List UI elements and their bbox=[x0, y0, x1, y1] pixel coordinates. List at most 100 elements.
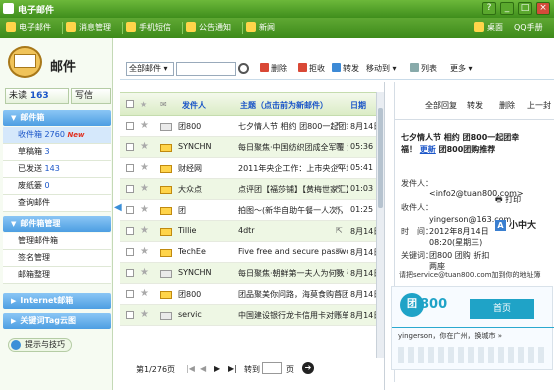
preview-delete-button[interactable]: 删除 bbox=[499, 100, 515, 111]
table-row[interactable]: ★ 团 拍图～(新华自助午餐一人次)，【 ⇱ 01:25 bbox=[120, 200, 382, 221]
open-arrow-icon[interactable]: ⇱ bbox=[336, 289, 343, 298]
reject-button[interactable]: 拒收 bbox=[298, 63, 325, 74]
banner-home-button[interactable]: 首页 bbox=[470, 299, 534, 319]
list-scrollbar[interactable] bbox=[376, 92, 384, 358]
star-icon[interactable]: ★ bbox=[140, 246, 149, 257]
open-arrow-icon[interactable]: ⇱ bbox=[336, 163, 343, 172]
manage-signature[interactable]: 签名管理 bbox=[3, 250, 111, 267]
reply-all-button[interactable]: 全部回复 bbox=[425, 100, 457, 111]
open-arrow-icon[interactable]: ⇱ bbox=[336, 247, 343, 256]
row-subject[interactable]: 每日聚焦·朝鲜第一夫人为何数 强 bbox=[238, 268, 348, 279]
font-size-control[interactable]: A 小中大 bbox=[495, 218, 536, 231]
row-checkbox[interactable] bbox=[126, 248, 134, 256]
last-page-icon[interactable]: ▶| bbox=[228, 364, 237, 373]
star-icon[interactable]: ★ bbox=[140, 204, 149, 215]
folder-drafts[interactable]: 草稿箱 3 bbox=[3, 144, 111, 161]
row-checkbox[interactable] bbox=[126, 164, 134, 172]
star-icon[interactable]: ★ bbox=[140, 120, 149, 131]
open-arrow-icon[interactable]: ⇱ bbox=[336, 268, 343, 277]
row-subject[interactable]: 拍图～(新华自助午餐一人次)，【 bbox=[238, 205, 348, 216]
row-subject[interactable]: 中国建设银行龙卡信用卡对账单 bbox=[238, 310, 348, 321]
next-page-icon[interactable]: ▶ bbox=[214, 364, 220, 373]
open-arrow-icon[interactable]: ⇱ bbox=[336, 310, 343, 319]
row-checkbox[interactable] bbox=[126, 311, 134, 319]
close-button[interactable]: × bbox=[536, 2, 550, 15]
date-column-header[interactable]: 日期 bbox=[350, 100, 366, 111]
maximize-button[interactable]: □ bbox=[518, 2, 532, 15]
row-checkbox[interactable] bbox=[126, 227, 134, 235]
move-to-button[interactable]: 移动到 ▾ bbox=[366, 63, 397, 74]
update-link[interactable]: 更新 bbox=[420, 145, 436, 154]
row-subject[interactable]: 七夕情人节 相约 团800一起团幸 bbox=[238, 121, 348, 132]
group-manage[interactable]: ▼ 邮件箱管理 bbox=[3, 216, 111, 232]
table-row[interactable]: ★ servic 中国建设银行龙卡信用卡对账单 ⇱ 8月14日 bbox=[120, 305, 382, 326]
list-view-button[interactable]: 列表 bbox=[410, 63, 437, 74]
table-row[interactable]: ★ 财经网 2011年央企工作：上市央企平均工⇱ 05:41 bbox=[120, 158, 382, 179]
row-checkbox[interactable] bbox=[126, 143, 134, 151]
star-icon[interactable]: ★ bbox=[140, 288, 149, 299]
star-icon[interactable]: ★ bbox=[140, 162, 149, 173]
sender-column-header[interactable]: 发件人 bbox=[182, 100, 206, 111]
prev-page-icon[interactable]: ◀ bbox=[200, 364, 206, 373]
search-icon[interactable] bbox=[238, 63, 249, 74]
search-input[interactable] bbox=[176, 62, 236, 76]
nav-messages[interactable]: 消息管理 bbox=[66, 22, 111, 33]
row-subject[interactable]: Five free and secure password bbox=[238, 247, 348, 256]
star-icon[interactable]: ★ bbox=[140, 267, 149, 278]
manage-mailbox[interactable]: 管理邮件箱 bbox=[3, 233, 111, 250]
row-checkbox[interactable] bbox=[126, 290, 134, 298]
row-subject[interactable]: 团品聚美你问路，海莫食购首团 bbox=[238, 289, 348, 300]
nav-qq-manual[interactable]: QQ手册 bbox=[514, 22, 543, 33]
nav-sms[interactable]: 手机短信 bbox=[126, 22, 171, 33]
print-button[interactable]: 🖶 打印 bbox=[495, 194, 521, 208]
nav-email[interactable]: 电子邮件 bbox=[6, 22, 51, 33]
row-subject[interactable]: 点评团【福莎铺】【黄梅世家汇】 bbox=[238, 184, 348, 195]
first-page-icon[interactable]: |◀ bbox=[186, 364, 195, 373]
row-checkbox[interactable] bbox=[126, 122, 134, 130]
compose-button[interactable]: 写信 bbox=[71, 88, 111, 104]
go-button[interactable]: ➔ bbox=[302, 362, 314, 374]
nav-news[interactable]: 新闻 bbox=[246, 22, 275, 33]
star-icon[interactable]: ★ bbox=[140, 309, 149, 320]
row-checkbox[interactable] bbox=[126, 269, 134, 277]
previous-mail-button[interactable]: 上一封 bbox=[527, 100, 551, 111]
group-keyword-tag[interactable]: ▶ 关键词Tag云图 bbox=[3, 313, 111, 329]
page-number-input[interactable] bbox=[262, 362, 282, 374]
forward-button[interactable]: 转发 bbox=[332, 63, 359, 74]
unread-button[interactable]: 未读 163 bbox=[5, 88, 69, 104]
subject-column-header[interactable]: 主题（点击前为新邮件） bbox=[240, 100, 328, 111]
table-row[interactable]: ★ SYNCHN 每日聚焦·中国纺织团成全军覆 没 ⇱ 05:36 bbox=[120, 137, 382, 158]
open-arrow-icon[interactable]: ⇱ bbox=[336, 205, 343, 214]
row-subject[interactable]: 2011年央企工作：上市央企平均工 bbox=[238, 163, 348, 174]
star-icon[interactable]: ★ bbox=[140, 225, 149, 236]
open-arrow-icon[interactable]: ⇱ bbox=[336, 142, 343, 151]
table-row[interactable]: ★ 团800 团品聚美你问路，海莫食购首团 ⇱ 8月14日 bbox=[120, 284, 382, 305]
star-icon[interactable]: ★ bbox=[140, 183, 149, 194]
help-button[interactable]: ? bbox=[482, 2, 496, 15]
folder-search[interactable]: 查询邮件 bbox=[3, 195, 111, 212]
delete-button[interactable]: 删除 bbox=[260, 63, 287, 74]
scrollbar-thumb[interactable] bbox=[378, 108, 383, 208]
table-row[interactable]: ★ 团800 七夕情人节 相约 团800一起团幸 ⇱ 8月14日 bbox=[120, 116, 382, 137]
table-row[interactable]: ★ 大众点 点评团【福莎铺】【黄梅世家汇】 ⇱ 01:03 bbox=[120, 179, 382, 200]
open-arrow-icon[interactable]: ⇱ bbox=[336, 226, 343, 235]
nav-notice[interactable]: 公告通知 bbox=[186, 22, 231, 33]
tips-button[interactable]: 提示与技巧 bbox=[8, 338, 72, 352]
folder-inbox[interactable]: 收件箱 2760 New bbox=[3, 127, 111, 144]
table-row[interactable]: ★ SYNCHN 每日聚焦·朝鲜第一夫人为何数 强 ⇱ 8月14日 bbox=[120, 263, 382, 284]
row-subject[interactable]: 4dtr bbox=[238, 226, 348, 235]
table-row[interactable]: ★ TechEe Five free and secure password ⇱ 8月1… bbox=[120, 242, 382, 263]
open-arrow-icon[interactable]: ⇱ bbox=[336, 121, 343, 130]
star-icon[interactable]: ★ bbox=[140, 141, 149, 152]
row-subject[interactable]: 每日聚焦·中国纺织团成全军覆 没 bbox=[238, 142, 348, 153]
mail-filter-select[interactable]: 全部邮件 ▾ bbox=[126, 62, 174, 76]
more-button[interactable]: 更多 ▾ bbox=[450, 63, 473, 74]
row-checkbox[interactable] bbox=[126, 185, 134, 193]
select-all-checkbox[interactable] bbox=[126, 100, 134, 108]
row-checkbox[interactable] bbox=[126, 206, 134, 214]
open-arrow-icon[interactable]: ⇱ bbox=[336, 184, 343, 193]
group-mailbox[interactable]: ▼ 邮件箱 bbox=[3, 110, 111, 126]
folder-trash[interactable]: 废纸篓 0 bbox=[3, 178, 111, 195]
table-row[interactable]: ★ Tillie 4dtr ⇱ 8月14日 bbox=[120, 221, 382, 242]
nav-desktop[interactable]: 桌面 bbox=[474, 22, 503, 33]
